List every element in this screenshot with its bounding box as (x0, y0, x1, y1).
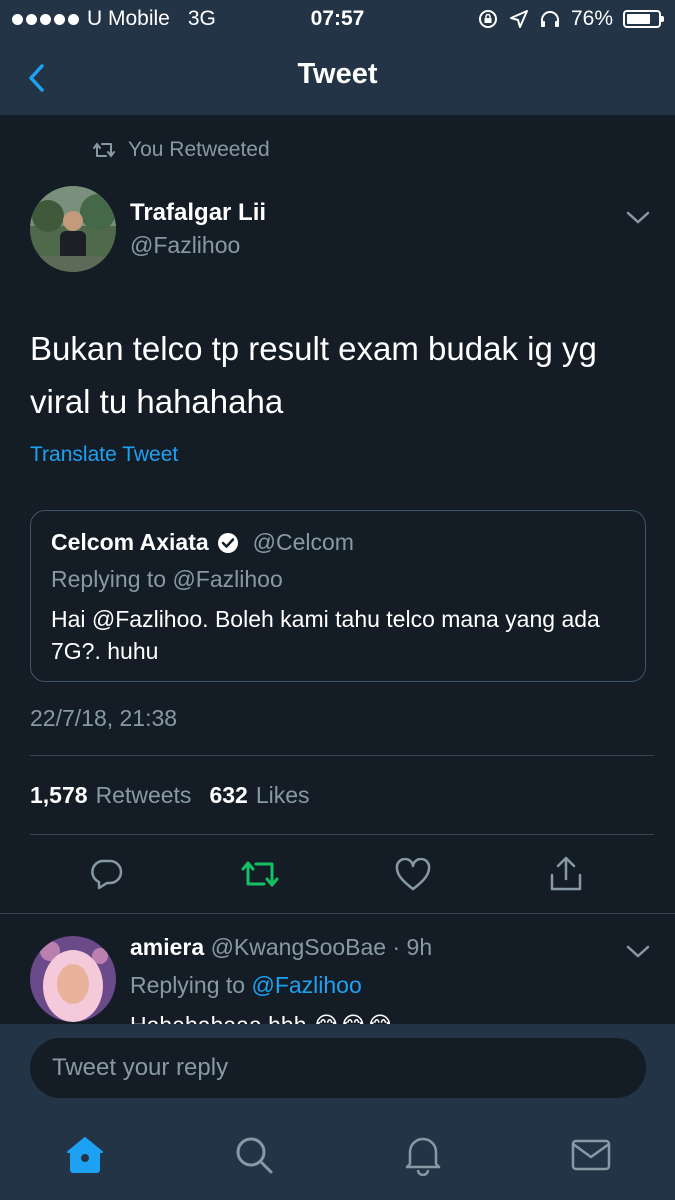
battery-level (627, 14, 650, 24)
avatar[interactable] (30, 186, 116, 272)
retweets-count[interactable]: 1,578 (30, 782, 88, 809)
avatar-image (30, 936, 116, 1022)
nav-title: Tweet (297, 58, 378, 90)
headphones-icon (540, 11, 559, 27)
quoted-text: Hai @Fazlihoo. Boleh kami tahu telco man… (51, 606, 600, 664)
quoted-tweet[interactable]: Celcom Axiata @Celcom Replying to @Fazli… (30, 510, 646, 682)
tab-bar (0, 1110, 675, 1200)
retweets-label[interactable]: Retweets (96, 782, 192, 809)
tweet-timestamp: 22/7/18, 21:38 (30, 705, 178, 731)
likes-count[interactable]: 632 (209, 782, 247, 809)
home-icon[interactable] (64, 1134, 106, 1176)
reply-text: Hahahahaaa.hhh 😂😂😂 (130, 1012, 394, 1024)
reply-header: amiera @KwangSooBae · 9h (130, 934, 432, 961)
verified-badge-icon (217, 532, 238, 553)
retweet-icon (93, 142, 115, 158)
quoted-author: Celcom Axiata @Celcom (51, 529, 354, 556)
reply-menu-chevron-down-icon[interactable] (625, 944, 651, 960)
quoted-handle: @Celcom (252, 529, 354, 555)
reply-replying-to: Replying to @Fazlihoo (130, 972, 362, 999)
share-icon[interactable] (548, 855, 584, 893)
translate-link[interactable]: Translate Tweet (30, 443, 178, 467)
reply-age: · 9h (392, 934, 433, 960)
reply-composer (0, 1024, 675, 1110)
replying-prefix: Replying to (130, 972, 246, 998)
heart-icon[interactable] (395, 858, 431, 892)
divider (30, 834, 654, 835)
location-icon (509, 10, 528, 28)
likes-label[interactable]: Likes (256, 782, 310, 809)
reply-input[interactable] (30, 1038, 646, 1098)
avatar[interactable] (30, 936, 116, 1022)
bell-icon[interactable] (402, 1132, 444, 1176)
tweet-text: Bukan telco tp result exam budak ig yg v… (30, 330, 597, 420)
search-icon[interactable] (233, 1134, 275, 1176)
avatar-image (30, 186, 116, 272)
author-handle[interactable]: @Fazlihoo (130, 232, 240, 259)
rotation-lock-icon (478, 10, 497, 28)
quoted-replying-to: Replying to @Fazlihoo (51, 566, 283, 592)
reply-author-handle[interactable]: @KwangSooBae (211, 934, 387, 960)
status-bar: U Mobile 3G 07:57 76% (0, 0, 675, 38)
retweet-context: You Retweeted (92, 138, 270, 162)
reply-author-name[interactable]: amiera (130, 934, 204, 960)
author-name[interactable]: Trafalgar Lii (130, 199, 266, 227)
battery-icon (623, 10, 664, 28)
reply-icon[interactable] (88, 856, 124, 892)
battery-percent: 76% (570, 7, 613, 30)
replying-handle-link[interactable]: @Fazlihoo (251, 972, 361, 998)
retweet-icon[interactable] (240, 858, 280, 890)
mail-icon[interactable] (570, 1138, 612, 1172)
reply-tweet[interactable]: amiera @KwangSooBae · 9h Replying to @Fa… (0, 914, 675, 1024)
divider (30, 755, 654, 756)
status-right: 76% (477, 7, 664, 31)
retweet-context-label: You Retweeted (128, 138, 270, 161)
tweet-menu-chevron-down-icon[interactable] (625, 210, 651, 226)
quoted-name: Celcom Axiata (51, 529, 209, 555)
tweet-stats: 1,578 Retweets 632 Likes (30, 782, 310, 809)
